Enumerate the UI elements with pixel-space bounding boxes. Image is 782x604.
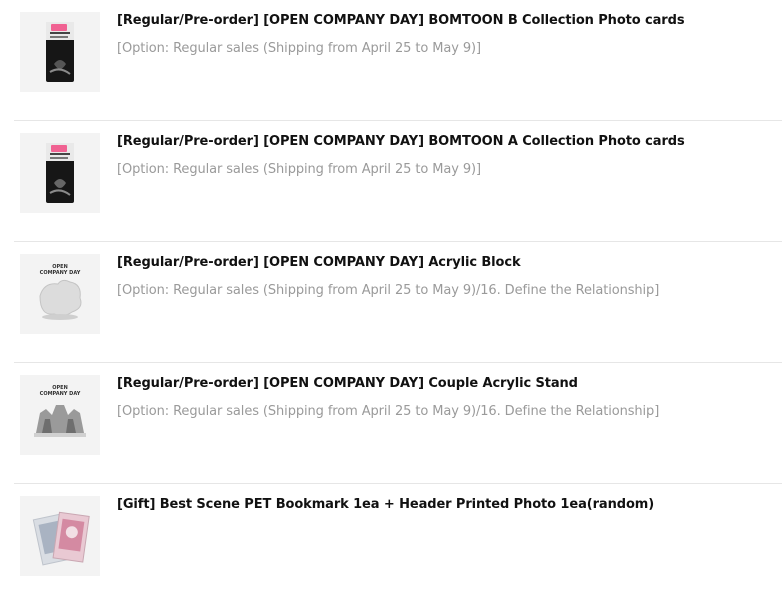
photocard-pack-image xyxy=(20,12,100,92)
product-option: [Option: Regular sales (Shipping from Ap… xyxy=(117,404,660,419)
order-item: [Regular/Pre-order] [OPEN COMPANY DAY] B… xyxy=(14,0,782,121)
thumb-text: COMPANY DAY xyxy=(40,270,81,276)
acrylic-block-image: OPEN COMPANY DAY xyxy=(20,254,100,334)
acrylic-stand-image: OPEN COMPANY DAY xyxy=(20,375,100,455)
photocard-pack-image xyxy=(20,133,100,213)
product-title[interactable]: [Regular/Pre-order] [OPEN COMPANY DAY] C… xyxy=(117,376,578,391)
order-item: [Regular/Pre-order] [OPEN COMPANY DAY] B… xyxy=(14,121,782,242)
product-thumbnail[interactable] xyxy=(20,496,100,576)
order-item: OPEN COMPANY DAY [Regular/Pre-order] [OP… xyxy=(14,242,782,363)
product-title[interactable]: [Regular/Pre-order] [OPEN COMPANY DAY] B… xyxy=(117,134,685,149)
product-thumbnail[interactable] xyxy=(20,133,100,213)
product-title[interactable]: [Regular/Pre-order] [OPEN COMPANY DAY] A… xyxy=(117,255,521,270)
bookmark-photo-image xyxy=(20,496,100,576)
order-item: OPEN COMPANY DAY [Regular/Pre-order] [OP… xyxy=(14,363,782,484)
product-option: [Option: Regular sales (Shipping from Ap… xyxy=(117,41,481,56)
product-title[interactable]: [Gift] Best Scene PET Bookmark 1ea + Hea… xyxy=(117,497,654,512)
product-thumbnail[interactable]: OPEN COMPANY DAY xyxy=(20,254,100,334)
thumb-text: COMPANY DAY xyxy=(40,391,81,397)
order-item-list: [Regular/Pre-order] [OPEN COMPANY DAY] B… xyxy=(14,0,782,604)
product-thumbnail[interactable] xyxy=(20,12,100,92)
product-title[interactable]: [Regular/Pre-order] [OPEN COMPANY DAY] B… xyxy=(117,13,685,28)
order-item: [Gift] Best Scene PET Bookmark 1ea + Hea… xyxy=(14,484,782,604)
product-thumbnail[interactable]: OPEN COMPANY DAY xyxy=(20,375,100,455)
product-option: [Option: Regular sales (Shipping from Ap… xyxy=(117,283,660,298)
product-option: [Option: Regular sales (Shipping from Ap… xyxy=(117,162,481,177)
